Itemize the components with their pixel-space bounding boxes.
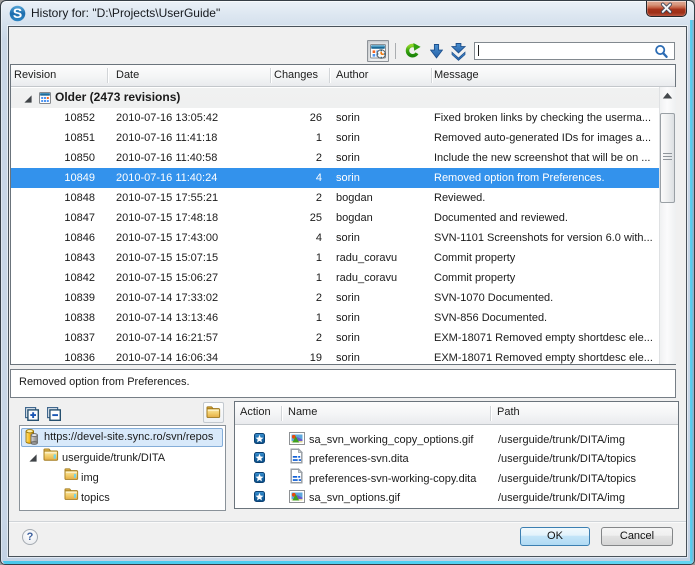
svg-text:S: S bbox=[13, 5, 22, 21]
